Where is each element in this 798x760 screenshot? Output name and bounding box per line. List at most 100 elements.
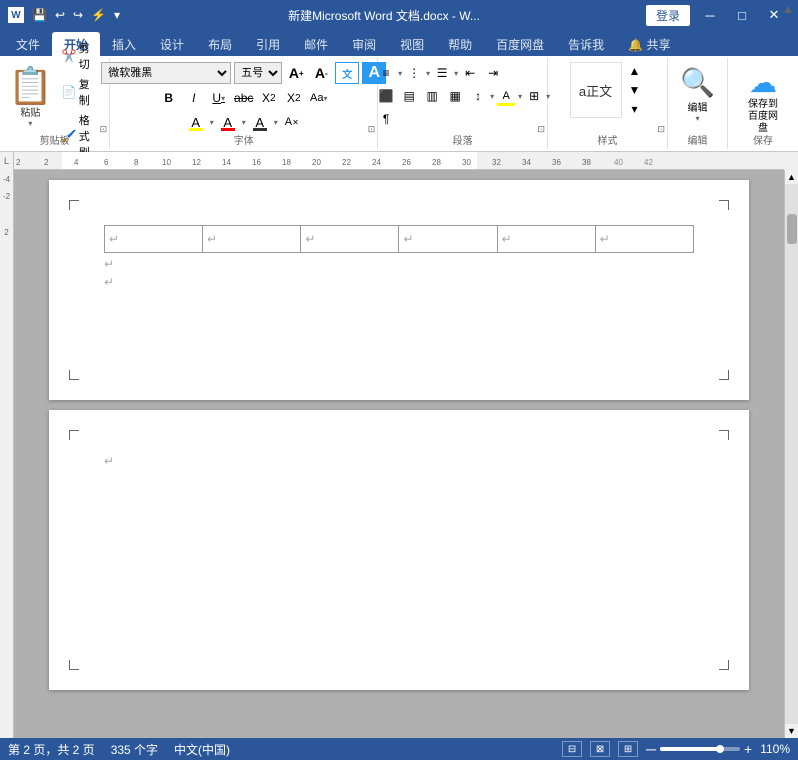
style-scroll-down[interactable]: ▼ bbox=[624, 81, 646, 99]
scrollbar-track[interactable] bbox=[785, 184, 798, 724]
tab-help[interactable]: 帮助 bbox=[436, 32, 484, 56]
copy-button[interactable]: 📄 复制 bbox=[59, 75, 103, 109]
baidu-save-group: ☁ 保存到百度网盘 保存 bbox=[728, 58, 798, 149]
zoom-percent: 110% bbox=[760, 742, 790, 756]
increase-font-btn[interactable]: A+ bbox=[285, 62, 307, 84]
align-center-btn[interactable]: ▤ bbox=[398, 85, 420, 107]
style-expand[interactable]: ▾ bbox=[624, 100, 646, 118]
bullet-dd[interactable]: ▾ bbox=[398, 69, 402, 78]
customize-btn[interactable]: ▾ bbox=[112, 8, 122, 22]
spacing-dd[interactable]: ▾ bbox=[490, 92, 494, 101]
style-scroll-up[interactable]: ▲ bbox=[624, 62, 646, 80]
minimize-button[interactable]: ─ bbox=[694, 0, 726, 30]
multilevel-list-btn[interactable]: ☰ bbox=[431, 62, 453, 84]
find-button[interactable]: 🔍 编辑 ▾ bbox=[672, 62, 723, 127]
decrease-font-btn[interactable]: A- bbox=[310, 62, 332, 84]
paste-button[interactable]: 📋 粘贴 ▾ bbox=[4, 66, 57, 130]
paragraph-expand-icon[interactable]: ⊡ bbox=[537, 124, 545, 135]
font-color2-dd[interactable]: ▾ bbox=[274, 118, 278, 127]
document-area[interactable]: ↵ ↵ ↵ ↵ ↵ ↵ ↵ ↵ ↵ bbox=[14, 170, 784, 738]
tab-share[interactable]: 🔔 共享 bbox=[616, 32, 682, 56]
collapse-ribbon-btn[interactable]: ▲ bbox=[782, 2, 794, 16]
line-spacing-btn[interactable]: ↕ bbox=[467, 85, 489, 107]
justify-btn[interactable]: ▦ bbox=[444, 85, 466, 107]
table-cell[interactable]: ↵ bbox=[595, 226, 693, 253]
scroll-up-btn[interactable]: ▲ bbox=[785, 170, 798, 184]
bold-button[interactable]: B bbox=[158, 87, 180, 109]
page2-corner-br bbox=[719, 660, 729, 670]
edit-label: 编辑 bbox=[668, 132, 727, 147]
zoom-minus-btn[interactable]: ─ bbox=[646, 742, 656, 756]
view-web-btn[interactable]: ⊠ bbox=[590, 741, 610, 757]
align-right-btn[interactable]: ▥ bbox=[421, 85, 443, 107]
show-formatting-btn[interactable]: ¶ bbox=[375, 108, 397, 130]
style-expand-icon[interactable]: ⊡ bbox=[657, 124, 665, 135]
save-quick-btn[interactable]: 💾 bbox=[30, 8, 49, 22]
doc-table[interactable]: ↵ ↵ ↵ ↵ ↵ ↵ bbox=[104, 225, 694, 253]
underline-button[interactable]: U▾ bbox=[208, 87, 230, 109]
table-cell[interactable]: ↵ bbox=[105, 226, 203, 253]
more-quick-btn[interactable]: ⚡ bbox=[89, 8, 108, 22]
tab-tell-me[interactable]: 告诉我 bbox=[556, 32, 616, 56]
tab-design[interactable]: 设计 bbox=[148, 32, 196, 56]
cut-button[interactable]: ✂️ 剪切 bbox=[59, 39, 103, 73]
redo-btn[interactable]: ↪ bbox=[71, 8, 85, 22]
increase-indent-btn[interactable]: ⇥ bbox=[482, 62, 504, 84]
subscript-button[interactable]: X2 bbox=[258, 87, 280, 109]
ribbon: 📋 粘贴 ▾ ✂️ 剪切 📄 复制 🖌️ 格式刷 bbox=[0, 56, 798, 152]
numbered-list-btn[interactable]: ⋮ bbox=[403, 62, 425, 84]
zoom-slider[interactable] bbox=[660, 747, 740, 751]
multilevel-dd[interactable]: ▾ bbox=[454, 69, 458, 78]
view-read-btn[interactable]: ⊞ bbox=[618, 741, 638, 757]
font-color-btn[interactable]: A bbox=[217, 111, 239, 133]
highlight-btn[interactable]: A bbox=[185, 111, 207, 133]
change-case-btn[interactable]: Aa▾ bbox=[308, 87, 330, 109]
numbered-dd[interactable]: ▾ bbox=[426, 69, 430, 78]
tab-layout[interactable]: 布局 bbox=[196, 32, 244, 56]
clipboard-expand-icon[interactable]: ⊡ bbox=[100, 124, 108, 135]
scrollbar-thumb[interactable] bbox=[787, 214, 797, 244]
baidu-save-button[interactable]: ☁ 保存到百度网盘 bbox=[736, 62, 790, 139]
undo-btn[interactable]: ↩ bbox=[53, 8, 67, 22]
clipboard-group: 📋 粘贴 ▾ ✂️ 剪切 📄 复制 🖌️ 格式刷 bbox=[0, 58, 110, 149]
style-group: a正文 ▲ ▼ ▾ 样式 ⊡ bbox=[548, 58, 668, 149]
view-print-btn[interactable]: ⊟ bbox=[562, 741, 582, 757]
save-label: 保存 bbox=[728, 132, 798, 147]
quick-access-toolbar: 💾 ↩ ↪ ⚡ ▾ bbox=[30, 8, 122, 22]
table-cell[interactable]: ↵ bbox=[301, 226, 399, 253]
font-color-dd[interactable]: ▾ bbox=[242, 118, 246, 127]
corner-bl bbox=[69, 370, 79, 380]
tab-review[interactable]: 审阅 bbox=[340, 32, 388, 56]
superscript-button[interactable]: X2 bbox=[283, 87, 305, 109]
bullet-list-btn[interactable]: ≡ bbox=[375, 62, 397, 84]
horizontal-ruler: 2 2 4 6 8 10 12 14 16 18 20 22 24 26 28 … bbox=[14, 152, 784, 170]
strikethrough-button[interactable]: abc bbox=[233, 87, 255, 109]
align-left-btn[interactable]: ⬛ bbox=[375, 85, 397, 107]
tab-insert[interactable]: 插入 bbox=[100, 32, 148, 56]
highlight-dd[interactable]: ▾ bbox=[210, 118, 214, 127]
tab-view[interactable]: 视图 bbox=[388, 32, 436, 56]
font-color2-btn[interactable]: A bbox=[249, 111, 271, 133]
tab-references[interactable]: 引用 bbox=[244, 32, 292, 56]
font-size-select[interactable]: 五号 bbox=[234, 62, 282, 84]
tab-baidu[interactable]: 百度网盘 bbox=[484, 32, 556, 56]
style-label: 样式 bbox=[548, 132, 667, 147]
table-cell[interactable]: ↵ bbox=[399, 226, 497, 253]
vertical-ruler: -4 -2 2 bbox=[0, 170, 14, 738]
zoom-plus-btn[interactable]: + bbox=[744, 742, 752, 756]
style-normal[interactable]: a正文 bbox=[570, 62, 622, 118]
scroll-down-btn[interactable]: ▼ bbox=[785, 724, 798, 738]
table-cell[interactable]: ↵ bbox=[497, 226, 595, 253]
tab-mailings[interactable]: 邮件 bbox=[292, 32, 340, 56]
maximize-button[interactable]: □ bbox=[726, 0, 758, 30]
font-name-select[interactable]: 微软雅黑 bbox=[101, 62, 231, 84]
wen-icon[interactable]: 文 bbox=[335, 62, 359, 84]
login-button[interactable]: 登录 bbox=[646, 5, 690, 26]
shading-btn[interactable]: A bbox=[495, 85, 517, 107]
clear-format-btn[interactable]: A✕ bbox=[281, 111, 303, 133]
decrease-indent-btn[interactable]: ⇤ bbox=[459, 62, 481, 84]
shading-dd[interactable]: ▾ bbox=[518, 92, 522, 101]
table-cell[interactable]: ↵ bbox=[203, 226, 301, 253]
italic-button[interactable]: I bbox=[183, 87, 205, 109]
border-btn[interactable]: ⊞ bbox=[523, 85, 545, 107]
